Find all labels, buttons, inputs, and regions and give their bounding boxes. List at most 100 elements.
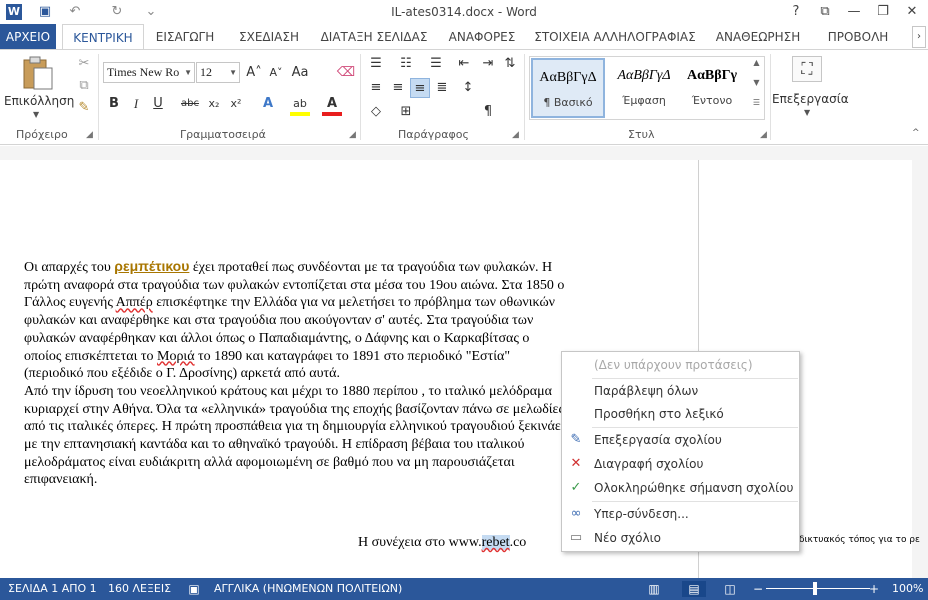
binoculars-icon: ⛶ (792, 56, 822, 82)
numbering-icon[interactable]: ☷ (396, 54, 416, 74)
show-formatting-marks-icon[interactable]: ¶ (478, 102, 498, 122)
style-strong-label: Έντονο (691, 94, 733, 107)
read-mode-icon[interactable]: ▥ (646, 581, 662, 597)
font-color-button[interactable]: A (322, 94, 342, 116)
tab-view[interactable]: ΠΡΟΒΟΛΗ (818, 24, 898, 50)
ribbon-display-options-button[interactable]: ⧉ (812, 2, 838, 22)
language-indicator[interactable]: ΑΓΓΛΙΚΑ (ΗΝΩΜΕΝΩΝ ΠΟΛΙΤΕΙΩΝ) (214, 582, 402, 595)
help-button[interactable]: ? (783, 2, 809, 22)
increase-indent-icon[interactable]: ⇥ (478, 54, 498, 74)
font-name-combobox[interactable]: Times New Ro ▼ (103, 62, 195, 83)
web-layout-icon[interactable]: ◫ (722, 581, 738, 597)
close-button[interactable]: ✕ (899, 2, 925, 22)
zoom-out-button[interactable]: − (750, 581, 766, 597)
minimize-button[interactable]: — (841, 2, 867, 22)
hyperlink-icon: ∞ (570, 506, 582, 521)
title-bar: W ▣ ↶ ↻ ⌄ IL-ates0314.docx - Word ? ⧉ — … (0, 0, 928, 24)
borders-icon[interactable]: ⊞ (396, 102, 416, 122)
text-effects-button[interactable]: A (258, 94, 278, 114)
cut-icon[interactable]: ✂ (74, 54, 94, 74)
underline-button[interactable]: U (148, 94, 168, 114)
align-left-icon[interactable]: ≡ (366, 78, 386, 98)
chevron-down-icon: ▼ (804, 108, 811, 117)
menu-item-edit-comment[interactable]: ✎ Επεξεργασία σχολίου (562, 429, 799, 451)
comment-balloon-text[interactable]: δικτυακός τόπος για το ρε (799, 535, 920, 545)
status-bar: ΣΕΛΙΔΑ 1 ΑΠΟ 1 160 ΛΕΞΕΙΣ ▣ ΑΓΓΛΙΚΑ (ΗΝΩ… (0, 578, 928, 600)
tab-design[interactable]: ΣΧΕΔΙΑΣΗ (232, 24, 306, 50)
font-dialog-launcher-icon[interactable]: ◢ (349, 130, 356, 140)
align-center-icon[interactable]: ≡ (388, 78, 408, 98)
style-strong[interactable]: ΑαΒβΓγ Έντονο (675, 58, 749, 118)
context-menu: (Δεν υπάρχουν προτάσεις) Παράβλεψη όλων … (561, 351, 800, 552)
styles-scroll-down-icon[interactable]: ▼ (750, 78, 763, 96)
zoom-in-button[interactable]: + (866, 581, 882, 597)
hyperlink-rebetiko[interactable]: ρεμπέτικου (114, 258, 189, 274)
menu-item-label: Ολοκληρώθηκε σήμανση σχολίου (594, 481, 794, 495)
tab-review[interactable]: ΑΝΑΘΕΩΡΗΣΗ (710, 24, 806, 50)
editing-button[interactable]: ⛶ Επεξεργασία ▼ (772, 54, 849, 122)
tab-mailings[interactable]: ΣΤΟΙΧΕΙΑ ΑΛΛΗΛΟΓΡΑΦΙΑΣ (532, 24, 698, 50)
misspelled-word[interactable]: Μοριά (157, 349, 195, 364)
decrease-indent-icon[interactable]: ⇤ (454, 54, 474, 74)
shrink-font-button[interactable]: A˅ (266, 63, 286, 83)
tab-file[interactable]: ΑΡΧΕΙΟ (0, 24, 56, 50)
line-spacing-icon[interactable]: ↕ (458, 78, 478, 98)
tab-home[interactable]: ΚΕΝΤΡΙΚΗ (62, 24, 144, 50)
sort-icon[interactable]: ⇅ (500, 54, 520, 74)
subscript-button[interactable]: x₂ (204, 94, 224, 114)
menu-item-mark-comment-done[interactable]: ✓ Ολοκληρώθηκε σήμανση σχολίου (562, 477, 799, 499)
style-emphasis[interactable]: ΑαΒβΓγΔ Έμφαση (607, 58, 681, 118)
document-body[interactable]: Οι απαρχές του ρεμπέτικου έχει προταθεί … (24, 258, 569, 489)
group-separator (770, 54, 771, 140)
bullets-icon[interactable]: ☰ (366, 54, 386, 74)
copy-icon[interactable]: ⧉ (74, 76, 94, 96)
bold-button[interactable]: B (104, 94, 124, 114)
format-painter-icon[interactable]: ✎ (74, 98, 94, 118)
delete-comment-icon: ✕ (570, 456, 582, 471)
print-layout-icon[interactable]: ▤ (682, 581, 706, 597)
menu-item-label: Επεξεργασία σχολίου (594, 433, 722, 447)
menu-item-delete-comment[interactable]: ✕ Διαγραφή σχολίου (562, 453, 799, 475)
multilevel-list-icon[interactable]: ☰ (426, 54, 446, 74)
shading-icon[interactable]: ◇ (366, 102, 386, 122)
tab-references[interactable]: ΑΝΑΦΟΡΕΣ (442, 24, 522, 50)
highlight-button[interactable]: ab (290, 94, 310, 116)
clipboard-group-label: Πρόχειρο (16, 128, 68, 141)
tab-layout[interactable]: ΔΙΑΤΑΞΗ ΣΕΛΙΔΑΣ (316, 24, 432, 50)
clipboard-dialog-launcher-icon[interactable]: ◢ (86, 130, 93, 140)
strikethrough-button[interactable]: abc (180, 94, 200, 114)
styles-group-label: Στυλ (628, 128, 655, 141)
zoom-slider-thumb[interactable] (813, 582, 817, 595)
menu-item-ignore-all[interactable]: Παράβλεψη όλων (562, 380, 799, 402)
text-run: Η συνέχεια στο www. (358, 535, 482, 550)
zoom-level[interactable]: 100% (892, 582, 923, 595)
restore-button[interactable]: ❐ (870, 2, 896, 22)
style-normal[interactable]: ΑαΒβΓγΔ ¶ Βασικό (531, 58, 605, 118)
paste-button[interactable]: Επικόλληση ▼ (4, 56, 74, 119)
italic-button[interactable]: I (126, 94, 146, 114)
page-count[interactable]: ΣΕΛΙΔΑ 1 ΑΠΟ 1 (8, 582, 97, 595)
tab-scroll-right-icon[interactable]: › (912, 26, 926, 48)
menu-item-new-comment[interactable]: ▭ Νέο σχόλιο (562, 527, 799, 549)
proofing-icon[interactable]: ▣ (186, 581, 202, 597)
tab-insert[interactable]: ΕΙΣΑΓΩΓΗ (150, 24, 220, 50)
menu-item-hyperlink[interactable]: ∞ Υπερ-σύνδεση... (562, 503, 799, 525)
styles-scroll-up-icon[interactable]: ▲ (750, 58, 763, 76)
superscript-button[interactable]: x² (226, 94, 246, 114)
styles-dialog-launcher-icon[interactable]: ◢ (760, 130, 767, 140)
grow-font-button[interactable]: A˄ (244, 63, 264, 83)
misspelled-word[interactable]: Αππέρ (116, 295, 153, 310)
font-size-combobox[interactable]: 12 ▼ (196, 62, 240, 83)
align-right-icon[interactable]: ≡ (410, 78, 430, 98)
ribbon-home: Επικόλληση ▼ ✂ ⧉ ✎ Πρόχειρο ◢ Times New … (0, 49, 928, 145)
clear-formatting-icon[interactable]: ⌫ (336, 63, 356, 83)
justify-icon[interactable]: ≣ (432, 78, 452, 98)
change-case-button[interactable]: Aa (290, 63, 310, 83)
word-count[interactable]: 160 ΛΕΞΕΙΣ (108, 582, 171, 595)
menu-item-add-to-dictionary[interactable]: Προσθήκη στο λεξικό (562, 403, 799, 425)
styles-more-icon[interactable]: ☰ (750, 98, 763, 116)
selected-misspelled-text[interactable]: rebet (481, 535, 510, 550)
paragraph-dialog-launcher-icon[interactable]: ◢ (512, 130, 519, 140)
collapse-ribbon-icon[interactable]: ^ (912, 128, 920, 138)
zoom-slider[interactable] (766, 588, 870, 589)
